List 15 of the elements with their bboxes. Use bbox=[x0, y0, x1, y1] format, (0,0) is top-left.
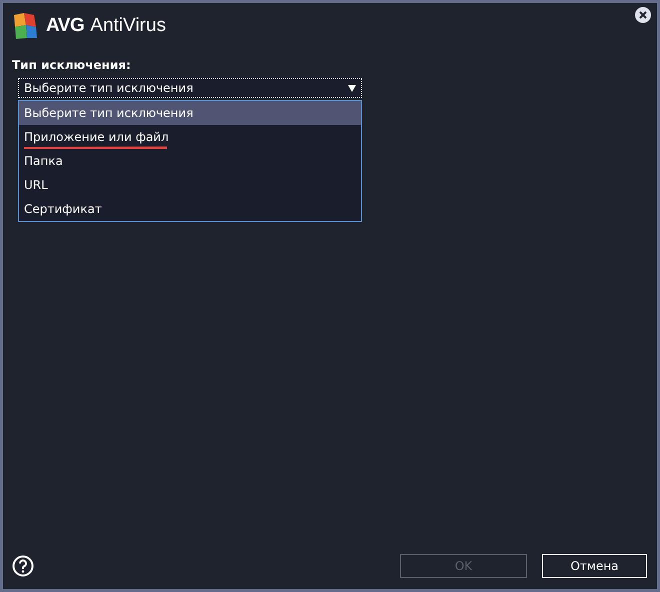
help-icon[interactable] bbox=[12, 555, 34, 577]
close-button[interactable] bbox=[635, 7, 651, 23]
dropdown-option[interactable]: Сертификат bbox=[19, 197, 361, 221]
close-icon bbox=[639, 11, 647, 19]
brand-name: AVG bbox=[46, 15, 84, 37]
dropdown-option[interactable]: Папка bbox=[19, 149, 361, 173]
caret-icon bbox=[348, 84, 356, 92]
dropdown-option[interactable]: Выберите тип исключения bbox=[19, 101, 361, 125]
dropdown-option[interactable]: Приложение или файл bbox=[19, 125, 361, 149]
dropdown-option[interactable]: URL bbox=[19, 173, 361, 197]
logo-icon bbox=[12, 11, 40, 41]
dialog-button[interactable]: Отмена bbox=[542, 554, 647, 578]
exclusion-type-dropdown[interactable]: Выберите тип исключения bbox=[18, 78, 362, 98]
field-label: Тип исключения: bbox=[12, 58, 132, 72]
product-name: AntiVirus bbox=[90, 15, 166, 37]
